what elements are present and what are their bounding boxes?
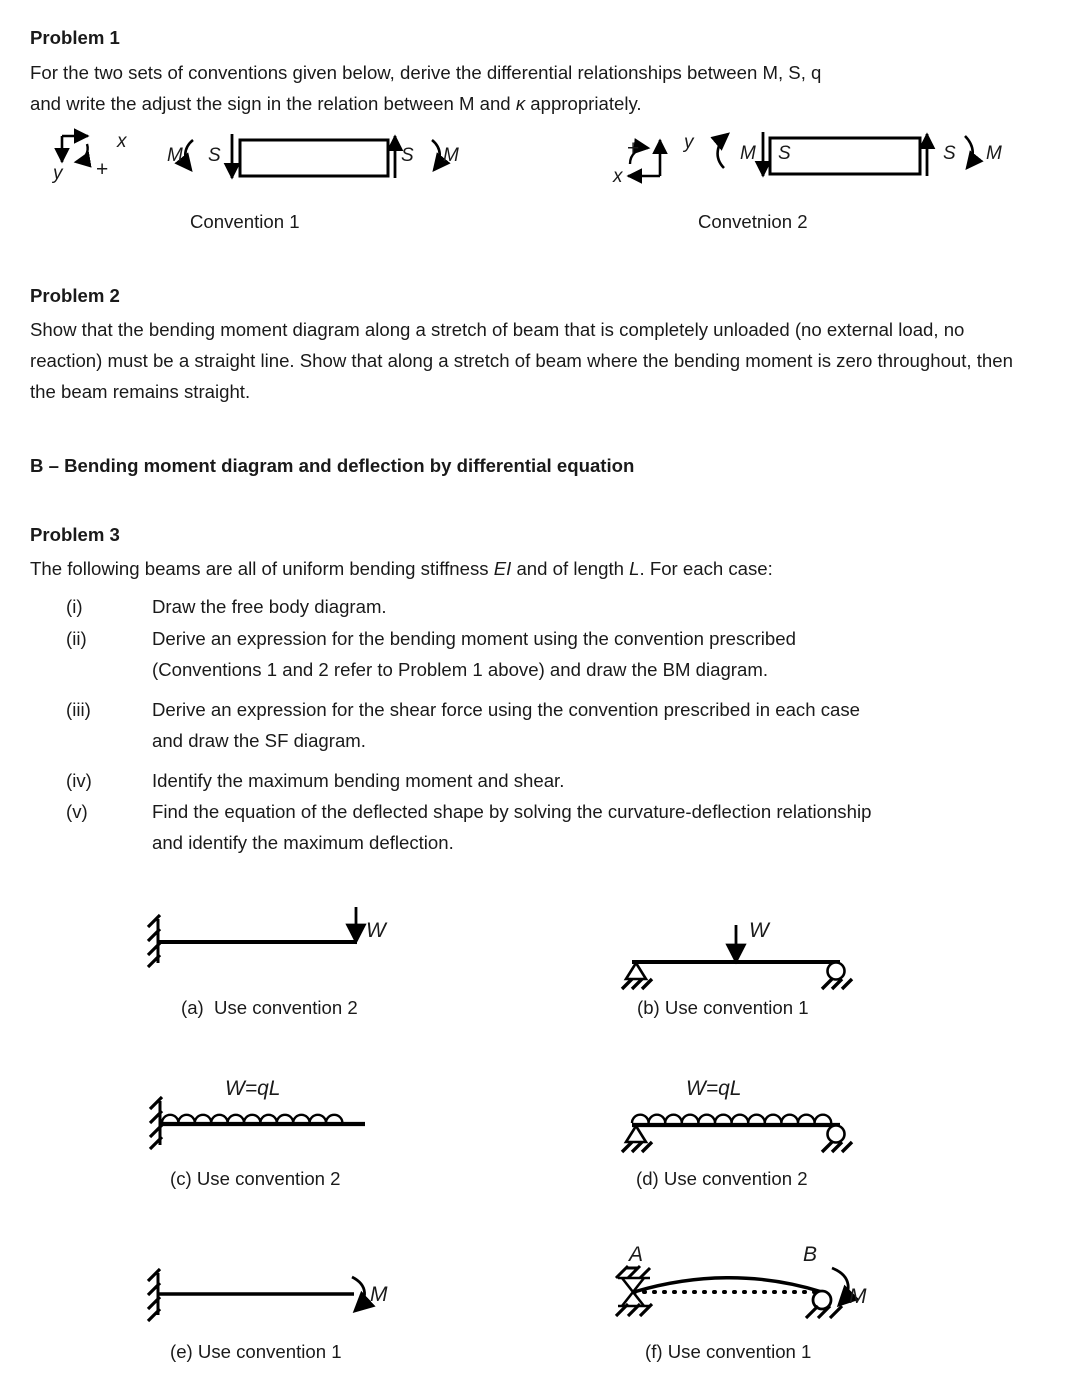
list-item-iii-number: (iii) <box>66 699 91 720</box>
beam-d-caption: (d) Use convention 2 <box>636 1168 808 1189</box>
convention-2-element-box <box>768 136 922 176</box>
problem-1-line-2: and write the adjust the sign in the rel… <box>30 88 1040 119</box>
section-b-heading: B – Bending moment diagram and deflectio… <box>30 455 635 476</box>
list-item-v-number: (v) <box>66 801 88 822</box>
convention-2-left-moment-label: M <box>740 143 756 164</box>
beam-b-load-label: W <box>749 919 769 942</box>
convention-1-right-moment-arrow <box>431 138 451 173</box>
problem-3-intro: The following beams are all of uniform b… <box>30 553 1040 584</box>
problem-3-intro-b: and of length <box>511 558 630 579</box>
convention-1-axis-plus-label: + <box>96 158 109 181</box>
document-page: Problem 1 For the two sets of convention… <box>0 0 1074 1388</box>
convention-1-left-moment-label: M <box>167 145 183 166</box>
beam-f-deflected-shape <box>633 1276 823 1294</box>
problem-1-line-2-a: and write the adjust the sign in the rel… <box>30 93 516 114</box>
problem-3-heading: Problem 3 <box>30 524 120 545</box>
list-item-ii-line-2: (Conventions 1 and 2 refer to Problem 1 … <box>152 659 768 680</box>
list-item-i-line-1: Draw the free body diagram. <box>152 596 387 617</box>
beam-e-caption: (e) Use convention 1 <box>170 1341 342 1362</box>
beam-a-caption: (a) Use convention 2 <box>181 997 358 1018</box>
list-item-v-line-1: Find the equation of the deflected shape… <box>152 801 872 822</box>
beam-c-udl-arcs <box>160 1113 344 1124</box>
list-item-iii-line-2: and draw the SF diagram. <box>152 730 366 751</box>
convention-1-axis-triad <box>54 128 92 168</box>
beam-diagram-f <box>608 1262 888 1337</box>
beam-diagram-c <box>140 1095 400 1165</box>
convention-2-axis-plus-label: + <box>627 137 640 160</box>
beam-f-moment-arrow <box>831 1266 860 1308</box>
problem-1-heading: Problem 1 <box>30 27 120 48</box>
convention-1-axis-x-label: x <box>117 131 127 152</box>
problem-1-line-2-b: appropriately. <box>525 93 642 114</box>
beam-b-caption: (b) Use convention 1 <box>637 997 809 1018</box>
problem-2-heading: Problem 2 <box>30 285 120 306</box>
convention-2-left-shear-label: S <box>778 143 791 164</box>
convention-2-diagram <box>608 126 1048 198</box>
convention-1-caption: Convention 1 <box>190 211 300 232</box>
beam-d-udl-arcs <box>630 1113 833 1124</box>
convention-2-left-moment-arrow <box>710 132 730 169</box>
convention-2-right-moment-label: M <box>986 143 1002 164</box>
convention-1-right-moment-label: M <box>443 145 459 166</box>
problem-3-intro-a: The following beams are all of uniform b… <box>30 558 494 579</box>
beam-b-pin-support <box>620 960 654 991</box>
problem-3-intro-c: . For each case: <box>639 558 773 579</box>
beam-f-caption: (f) Use convention 1 <box>645 1341 812 1362</box>
kappa-symbol: κ <box>515 93 526 114</box>
beam-d-pin-support <box>620 1123 654 1154</box>
list-item-iv-line-1: Identify the maximum bending moment and … <box>152 770 565 791</box>
beam-e-load-label: M <box>370 1283 388 1306</box>
beam-f-load-label: M <box>849 1285 867 1308</box>
list-item-v-line-2: and identify the maximum deflection. <box>152 832 454 853</box>
problem-1-line-1: For the two sets of conventions given be… <box>30 62 822 83</box>
beam-f-roller-support-b <box>804 1289 844 1320</box>
convention-2-right-moment-arrow <box>964 135 984 171</box>
convention-2-axis-x-label: x <box>613 166 623 187</box>
beam-a-load-label: W <box>366 919 386 942</box>
problem-2-body: Show that the bending moment diagram alo… <box>30 319 1013 402</box>
convention-1-element-box <box>238 138 390 178</box>
beam-diagram-e <box>140 1265 400 1335</box>
list-item-ii-number: (ii) <box>66 628 87 649</box>
beam-diagram-a <box>140 905 400 985</box>
convention-1-left-shear-label: S <box>208 145 221 166</box>
stiffness-symbol: EI <box>493 558 512 579</box>
convention-1-axis-y-label: y <box>53 163 63 184</box>
convention-1-left-moment-arrow <box>174 138 194 173</box>
list-item-i-number: (i) <box>66 596 83 617</box>
length-symbol: L <box>629 558 640 579</box>
convention-2-caption: Convetnion 2 <box>698 211 808 232</box>
list-item-iv-number: (iv) <box>66 770 92 791</box>
list-item-ii-line-1: Derive an expression for the bending mom… <box>152 628 796 649</box>
convention-2-axis-y-label: y <box>684 132 694 153</box>
beam-c-caption: (c) Use convention 2 <box>170 1168 341 1189</box>
convention-2-right-shear-label: S <box>943 143 956 164</box>
convention-1-right-shear-label: S <box>401 145 414 166</box>
beam-b-roller-support <box>820 961 854 991</box>
list-item-iii-line-1: Derive an expression for the shear force… <box>152 699 860 720</box>
beam-d-roller-support <box>820 1124 854 1154</box>
